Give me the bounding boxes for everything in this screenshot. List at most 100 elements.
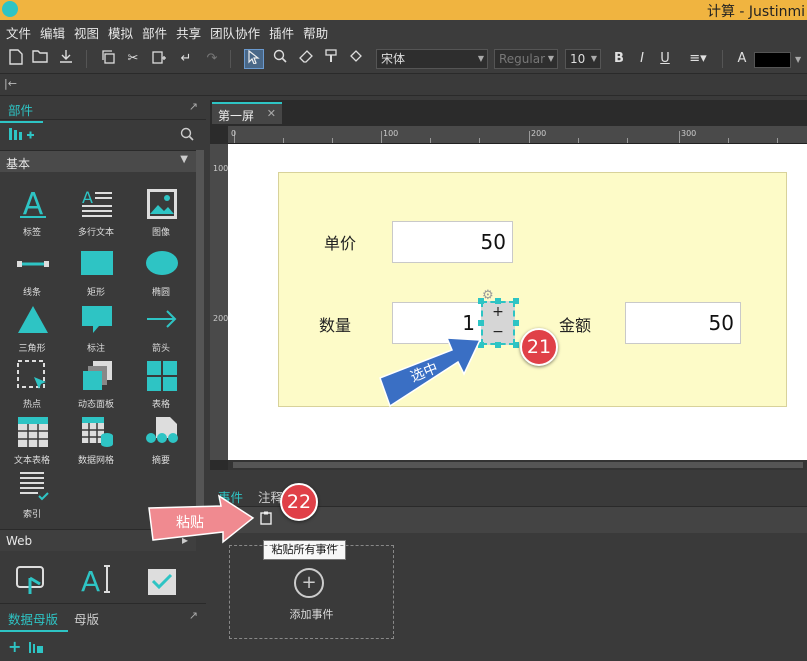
menu-team[interactable]: 团队协作: [210, 23, 260, 42]
sub-toolbar: |←: [0, 74, 807, 96]
font-style-select[interactable]: Regular ▼: [494, 49, 558, 69]
save-download-icon[interactable]: [56, 49, 76, 69]
color-swatch[interactable]: [754, 52, 791, 68]
category-basic[interactable]: 基本 ▼: [0, 150, 196, 172]
widgets-scrollbar[interactable]: [196, 150, 204, 520]
text-color-icon[interactable]: A: [732, 49, 752, 69]
widget-triangle[interactable]: 三角形: [2, 304, 62, 360]
widget-multiline-text[interactable]: A 多行文本: [66, 188, 126, 244]
stepper-minus[interactable]: −: [483, 324, 513, 340]
format-painter-icon[interactable]: [322, 49, 342, 69]
widget-index[interactable]: 索引: [2, 470, 62, 526]
paste-annotation-label: 粘贴: [176, 515, 204, 531]
widget-data-grid[interactable]: 数据网格: [66, 416, 126, 472]
zoom-search-icon[interactable]: [270, 49, 290, 69]
library-icon[interactable]: [8, 126, 36, 145]
copy-icon[interactable]: [98, 49, 118, 69]
search-icon[interactable]: [180, 127, 194, 144]
align-menu-icon[interactable]: ≡▾: [683, 49, 713, 69]
menu-file[interactable]: 文件: [6, 23, 31, 42]
master-library-icon[interactable]: [28, 640, 44, 657]
toolbar: ✂ ↵ ↷ 宋体 ▼ Regular ▼ 10 ▼ B I U ≡▾ A ▼: [0, 44, 807, 74]
widget-hotspot[interactable]: 热点: [2, 360, 62, 416]
tab-first-screen[interactable]: 第一屏 ✕: [212, 102, 282, 124]
popout-icon[interactable]: ↗: [189, 609, 198, 622]
selection-handle[interactable]: [478, 298, 484, 304]
bold-button[interactable]: B: [609, 49, 629, 69]
widget-callout[interactable]: 标注: [66, 304, 126, 360]
undo-icon[interactable]: ↵: [176, 49, 196, 69]
redo-icon[interactable]: ↷: [202, 49, 222, 69]
font-size-select[interactable]: 10 ▼: [565, 49, 601, 69]
add-event-icon[interactable]: +: [294, 568, 324, 598]
chevron-down-icon: ▼: [590, 54, 597, 63]
popout-icon[interactable]: ↗: [189, 100, 198, 113]
web-button-widget-icon[interactable]: [16, 566, 48, 599]
new-file-icon[interactable]: [6, 49, 26, 69]
menu-share[interactable]: 共享: [176, 23, 201, 42]
widget-arrow[interactable]: 箭头: [131, 304, 191, 360]
rectangle-icon: [81, 251, 113, 275]
widget-line[interactable]: 线条: [2, 248, 62, 304]
amount-label: 金额: [559, 316, 592, 335]
step-badge-21: 21: [520, 328, 558, 366]
underline-button[interactable]: U: [655, 49, 675, 69]
chevron-down-icon[interactable]: ▼: [795, 55, 801, 64]
widget-text-grid[interactable]: 文本表格: [2, 416, 62, 472]
form-container[interactable]: [278, 172, 787, 407]
menu-plugins[interactable]: 插件: [269, 23, 294, 42]
web-text-field-icon[interactable]: A: [80, 564, 114, 598]
table-icon: [147, 361, 177, 391]
menu-edit[interactable]: 编辑: [40, 23, 65, 42]
paste-icon[interactable]: [149, 49, 169, 69]
quantity-stepper[interactable]: + −: [481, 301, 515, 345]
selection-handle[interactable]: [478, 320, 484, 326]
selection-handle[interactable]: [513, 342, 519, 348]
paste-events-button[interactable]: [256, 511, 276, 531]
chevron-down-icon: ▼: [477, 54, 484, 63]
eraser-icon[interactable]: [296, 49, 316, 69]
widget-table[interactable]: 表格: [131, 360, 191, 416]
text-label-icon: A: [20, 188, 46, 220]
horizontal-ruler: 0 100 200 300: [228, 126, 807, 144]
canvas-horizontal-scrollbar[interactable]: [228, 460, 807, 470]
fill-bucket-icon[interactable]: [346, 49, 366, 69]
italic-button[interactable]: I: [632, 49, 652, 69]
close-icon[interactable]: ✕: [267, 107, 276, 120]
tab-masters[interactable]: 母版: [74, 609, 99, 628]
amount-field[interactable]: 50: [625, 302, 741, 344]
menu-widgets[interactable]: 部件: [142, 23, 167, 42]
selection-handle[interactable]: [495, 342, 501, 348]
web-checkbox-icon[interactable]: [147, 568, 177, 599]
add-event-area[interactable]: + 添加事件: [229, 545, 394, 639]
unit-price-field[interactable]: 50: [392, 221, 513, 263]
window-title: 计算 - Justinmi: [706, 4, 805, 20]
add-master-icon[interactable]: +: [8, 637, 21, 656]
selection-handle[interactable]: [495, 298, 501, 304]
widget-dynamic-panel[interactable]: 动态面板: [66, 360, 126, 416]
widgets-panel-header: 部件 ↗: [0, 96, 206, 123]
tab-data-masters[interactable]: 数据母版: [0, 609, 69, 632]
menu-simulate[interactable]: 模拟: [108, 23, 133, 42]
selection-handle[interactable]: [513, 320, 519, 326]
cut-icon[interactable]: ✂: [123, 49, 143, 69]
selection-handle[interactable]: [513, 298, 519, 304]
stepper-plus[interactable]: +: [483, 304, 513, 320]
open-folder-icon[interactable]: [30, 49, 50, 69]
svg-text:A: A: [82, 188, 93, 207]
font-family-select[interactable]: 宋体 ▼: [376, 49, 488, 69]
widget-label[interactable]: A 标签: [2, 188, 62, 244]
callout-icon: [82, 306, 112, 333]
widget-ellipse[interactable]: 椭圆: [131, 248, 191, 304]
widget-image[interactable]: 图像: [131, 188, 191, 244]
menu-view[interactable]: 视图: [74, 23, 99, 42]
menu-bar: 文件 编辑 视图 模拟 部件 共享 团队协作 插件 帮助: [0, 20, 807, 44]
chevron-down-icon: ▼: [547, 54, 554, 63]
select-pointer-icon[interactable]: [244, 49, 264, 69]
widgets-panel: 部件 ↗ 基本 ▼ A 标签 A 多行文本 图像 线条 矩形 椭圆 三角形 标注…: [0, 96, 206, 661]
menu-help[interactable]: 帮助: [303, 23, 328, 42]
collapse-panel-icon[interactable]: |←: [4, 77, 17, 90]
widget-summary[interactable]: 摘要: [131, 416, 191, 472]
widget-rectangle[interactable]: 矩形: [66, 248, 126, 304]
tab-widgets[interactable]: 部件: [0, 100, 44, 123]
